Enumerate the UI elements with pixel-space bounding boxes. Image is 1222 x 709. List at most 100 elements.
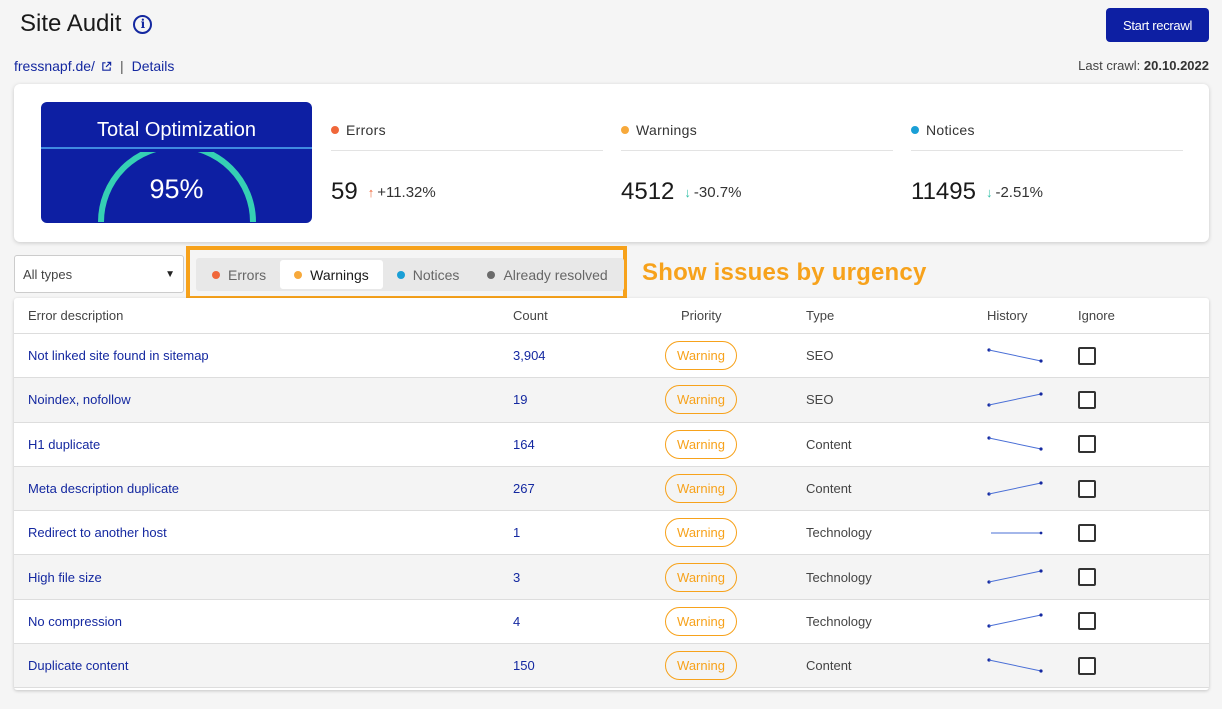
errors-label: Errors <box>346 122 386 138</box>
priority-badge: Warning <box>665 341 737 371</box>
tab-warnings[interactable]: Warnings <box>280 260 383 289</box>
warnings-dot <box>294 270 303 279</box>
issue-count[interactable]: 164 <box>513 437 535 452</box>
header-history: History <box>987 308 1028 323</box>
tab-errors[interactable]: Errors <box>198 260 280 289</box>
issue-type: Technology <box>806 569 872 585</box>
issue-description-link[interactable]: H1 duplicate <box>28 437 100 452</box>
issue-description-link[interactable]: Duplicate content <box>28 658 128 673</box>
priority-badge: Warning <box>665 474 737 504</box>
start-recrawl-button[interactable]: Start recrawl <box>1106 8 1209 42</box>
arrow-down-icon: ↓ <box>684 184 691 200</box>
domain-link[interactable]: fressnapf.de/ <box>14 58 95 74</box>
notices-label: Notices <box>926 122 975 138</box>
errors-dot <box>212 270 220 279</box>
table-row[interactable]: Not linked site found in sitemap 3,904 War… <box>14 334 1209 379</box>
ignore-checkbox[interactable] <box>1078 390 1096 409</box>
total-optimization-box: Total Optimization 95% <box>41 102 312 223</box>
ignore-checkbox[interactable] <box>1078 568 1096 587</box>
tab-label: Notices <box>412 266 460 283</box>
issue-type: SEO <box>806 392 834 408</box>
external-link-icon[interactable] <box>101 61 112 72</box>
type-filter-select[interactable]: All types ▼ <box>14 255 184 293</box>
history-sparkline <box>987 569 1043 584</box>
table-row[interactable]: Duplicate content 150 Warning Content <box>14 644 1209 689</box>
optimization-value: 95% <box>149 174 204 204</box>
issue-description-link[interactable]: Not linked site found in sitemap <box>28 348 209 363</box>
issue-count[interactable]: 19 <box>513 392 527 407</box>
history-sparkline <box>987 658 1043 673</box>
table-row[interactable]: Redirect to another host 1 Warning Technolo… <box>14 511 1209 556</box>
notices-delta: -2.51% <box>995 183 1043 201</box>
table-body: Not linked site found in sitemap 3,904 War… <box>14 334 1209 689</box>
issue-count[interactable]: 4 <box>513 614 520 629</box>
issue-type: Technology <box>806 525 872 541</box>
warnings-dot <box>621 126 629 134</box>
tab-label: Already resolved <box>503 266 608 283</box>
tab-already-resolved[interactable]: Already resolved <box>473 260 621 289</box>
page-title: Site Audit <box>20 10 122 37</box>
issue-count[interactable]: 1 <box>513 525 520 540</box>
header-count[interactable]: Count <box>513 308 548 323</box>
ignore-checkbox[interactable] <box>1078 479 1096 498</box>
header-type[interactable]: Type <box>806 308 834 323</box>
optimization-title: Total Optimization <box>97 119 256 141</box>
issue-description-link[interactable]: Noindex, nofollow <box>28 392 131 407</box>
priority-badge: Warning <box>665 518 737 548</box>
ignore-checkbox[interactable] <box>1078 435 1096 454</box>
page-header: Site Audit i <box>20 10 153 38</box>
ignore-checkbox[interactable] <box>1078 523 1096 542</box>
last-crawl-label: Last crawl: <box>1078 58 1141 73</box>
header-priority[interactable]: Priority <box>681 308 721 323</box>
header-description[interactable]: Error description <box>28 308 123 323</box>
arrow-up-icon: ↑ <box>367 184 375 200</box>
issue-description-link[interactable]: Meta description duplicate <box>28 481 179 496</box>
issue-type: Technology <box>806 613 872 629</box>
last-crawl: Last crawl: 20.10.2022 <box>1078 58 1209 73</box>
issue-count[interactable]: 150 <box>513 658 535 673</box>
type-filter-value: All types <box>23 266 73 282</box>
ignore-checkbox[interactable] <box>1078 656 1096 675</box>
warnings-delta: -30.7% <box>693 183 742 201</box>
ignore-checkbox[interactable] <box>1078 612 1096 631</box>
history-sparkline <box>987 348 1043 363</box>
issue-description-link[interactable]: High file size <box>28 570 102 585</box>
history-sparkline <box>987 436 1043 451</box>
history-sparkline <box>987 392 1043 407</box>
priority-badge: Warning <box>665 562 737 592</box>
issue-count[interactable]: 3 <box>513 570 520 585</box>
issues-table: Error description Count Priority Type Hi… <box>14 298 1209 690</box>
optimization-divider <box>41 147 312 149</box>
tab-notices[interactable]: Notices <box>383 260 474 289</box>
ignore-checkbox[interactable] <box>1078 346 1096 365</box>
issue-description-link[interactable]: Redirect to another host <box>28 525 167 540</box>
warnings-count: 4512 <box>621 178 675 205</box>
priority-badge: Warning <box>665 606 737 636</box>
table-row[interactable]: High file size 3 Warning Technology <box>14 555 1209 600</box>
resolved-dot <box>487 270 496 279</box>
priority-badge: Warning <box>665 385 737 415</box>
table-row[interactable]: H1 duplicate 164 Warning Content <box>14 423 1209 467</box>
summary-card: Total Optimization 95% Errors 59 ↑ +11.3… <box>14 84 1209 242</box>
table-row[interactable]: No compression 4 Warning Technology <box>14 600 1209 645</box>
issue-count[interactable]: 267 <box>513 481 535 496</box>
site-breadcrumb: fressnapf.de/ | Details <box>14 58 174 74</box>
table-row[interactable]: Meta description duplicate 267 Warning Cont… <box>14 466 1209 512</box>
tab-label: Warnings <box>310 266 369 283</box>
issue-description-link[interactable]: No compression <box>28 614 122 629</box>
header-ignore: Ignore <box>1078 308 1115 323</box>
warnings-label: Warnings <box>636 122 698 138</box>
history-sparkline <box>987 480 1043 496</box>
details-link[interactable]: Details <box>132 58 175 74</box>
urgency-tabs: Errors Warnings Notices Already resolved <box>196 258 624 291</box>
issue-type: Content <box>806 481 852 497</box>
errors-dot <box>331 126 339 134</box>
issue-count[interactable]: 3,904 <box>513 348 546 363</box>
table-row[interactable]: Noindex, nofollow 19 Warning SEO <box>14 378 1209 423</box>
caret-down-icon: ▼ <box>165 268 175 280</box>
errors-count: 59 <box>331 178 358 205</box>
info-icon[interactable]: i <box>133 14 153 34</box>
history-sparkline <box>991 531 1043 535</box>
last-crawl-date: 20.10.2022 <box>1143 58 1209 73</box>
history-sparkline <box>987 613 1043 629</box>
